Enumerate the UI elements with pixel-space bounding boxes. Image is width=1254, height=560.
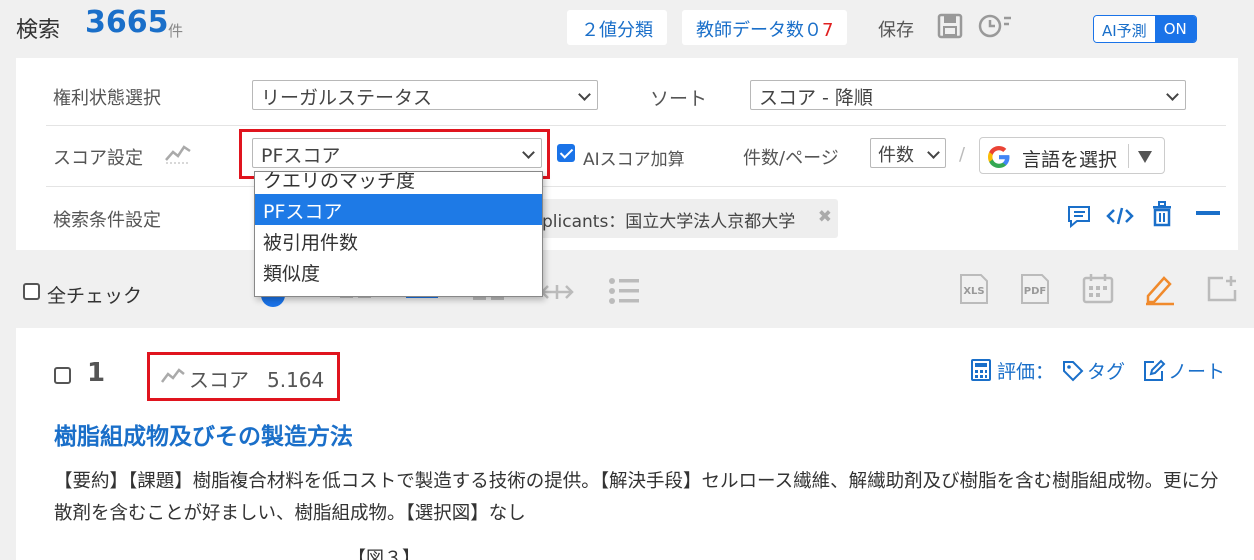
ai-prediction-label: AI予測: [1094, 16, 1155, 42]
tag-close-icon[interactable]: ✖: [818, 207, 832, 227]
row-divider: [46, 125, 1226, 126]
pdf-text: PDF: [1024, 286, 1046, 297]
calendar-icon[interactable]: [1081, 273, 1115, 305]
pdf-export-icon[interactable]: PDF: [1018, 273, 1052, 305]
ai-prediction-toggle[interactable]: AI予測 ON: [1093, 15, 1197, 43]
trend-chart-icon: [165, 145, 191, 164]
sort-value: スコア - 降順: [759, 87, 873, 109]
language-select-label: 言語を選択: [1022, 149, 1118, 171]
calculator-icon[interactable]: [971, 359, 991, 381]
ai-prediction-state: ON: [1154, 16, 1196, 42]
note-link[interactable]: ノート: [1168, 357, 1225, 384]
binary-classification-label: ２値分類: [581, 20, 653, 41]
per-page-value: 件数: [878, 145, 914, 166]
google-g-icon: [988, 146, 1010, 168]
chevron-down-icon: [578, 88, 591, 101]
score-value: 5.164: [267, 368, 325, 392]
sort-label: ソート: [650, 88, 708, 110]
save-icon[interactable]: [937, 13, 963, 39]
teacher-data-button[interactable]: 教師データ数０7: [682, 10, 848, 45]
dropdown-option[interactable]: クエリのマッチ度: [255, 172, 542, 194]
teacher-data-label: 教師データ数: [696, 20, 804, 41]
save-label: 保存: [878, 20, 914, 41]
sort-select[interactable]: スコア - 降順: [750, 80, 1186, 110]
language-divider: [1128, 144, 1129, 168]
filter-panel: 権利状態選択 リーガルステータス ソート スコア - 降順 スコア設定 PFスコ…: [16, 58, 1238, 250]
search-condition-label: 検索条件設定: [53, 210, 161, 231]
dropdown-option[interactable]: 被引用件数: [255, 225, 542, 256]
row-divider: [46, 186, 1226, 187]
compare-arrows-icon[interactable]: [540, 282, 574, 302]
result-count: 3665: [85, 5, 169, 40]
per-page-select[interactable]: 件数: [870, 138, 946, 168]
tag-link[interactable]: タグ: [1087, 357, 1125, 384]
xls-export-icon[interactable]: XLS: [957, 273, 991, 305]
ai-score-checkbox[interactable]: [557, 144, 575, 162]
tag-icon[interactable]: [1062, 360, 1084, 382]
code-icon[interactable]: [1106, 205, 1134, 227]
note-edit-icon[interactable]: [1142, 359, 1166, 383]
xls-text: XLS: [963, 286, 984, 297]
pencil-highlight-icon[interactable]: [1142, 272, 1178, 306]
binary-classification-button[interactable]: ２値分類: [567, 10, 667, 45]
bullet-list-icon[interactable]: [608, 277, 640, 305]
trend-chart-icon: [161, 368, 185, 383]
score-setting-label: スコア設定: [53, 148, 143, 169]
per-page-label: 件数/ページ: [743, 148, 839, 169]
chevron-down-icon: [927, 146, 940, 159]
ai-score-label: AIスコア加算: [583, 150, 685, 170]
check-all-checkbox[interactable]: [23, 283, 40, 300]
minus-icon[interactable]: [1196, 211, 1220, 217]
result-unit: 件: [168, 22, 184, 40]
teacher-data-count: 7: [822, 20, 834, 41]
header-bar: 検索 3665 件 ２値分類 教師データ数０7 保存 AI予測 ON: [0, 0, 1254, 58]
score-display: スコア 5.164: [189, 364, 324, 393]
score-dropdown-list[interactable]: クエリのマッチ度 PFスコア 被引用件数 類似度: [254, 171, 543, 297]
teacher-data-zero: ０: [804, 20, 822, 41]
add-window-icon[interactable]: [1205, 274, 1239, 304]
result-number: 1: [87, 358, 106, 388]
dropdown-option-selected[interactable]: PFスコア: [255, 194, 542, 225]
page-title: 検索: [16, 18, 61, 43]
language-select-button[interactable]: 言語を選択: [979, 137, 1165, 174]
result-toolbar: XLS PDF: [0, 250, 1254, 328]
condition-tag-text: plicants：国立大学法人京都大学: [542, 212, 796, 232]
figure-label: 【図３】: [348, 548, 420, 560]
dropdown-option[interactable]: 類似度: [255, 256, 542, 287]
evaluation-label[interactable]: 評価：: [997, 357, 1054, 384]
score-label: スコア: [189, 368, 249, 392]
rights-status-select[interactable]: リーガルステータス: [252, 80, 598, 110]
history-clock-icon[interactable]: [977, 12, 1013, 40]
result-title-link[interactable]: 樹脂組成物及びその製造方法: [54, 417, 353, 451]
result-checkbox[interactable]: [54, 367, 71, 384]
rights-status-value: リーガルステータス: [261, 87, 433, 109]
comment-list-icon[interactable]: [1065, 203, 1093, 229]
trash-icon[interactable]: [1151, 201, 1173, 227]
triangle-down-icon: [1138, 151, 1152, 163]
slash-separator: /: [959, 144, 966, 165]
condition-tag-chip: plicants：国立大学法人京都大学 ✖: [536, 199, 838, 238]
result-abstract: 【要約】【課題】樹脂複合材料を低コストで製造する技術の提供。【解決手段】セルロー…: [54, 471, 1219, 524]
rights-status-label: 権利状態選択: [53, 88, 161, 109]
check-all-label[interactable]: 全チェック: [47, 281, 142, 308]
chevron-down-icon: [1166, 88, 1179, 101]
